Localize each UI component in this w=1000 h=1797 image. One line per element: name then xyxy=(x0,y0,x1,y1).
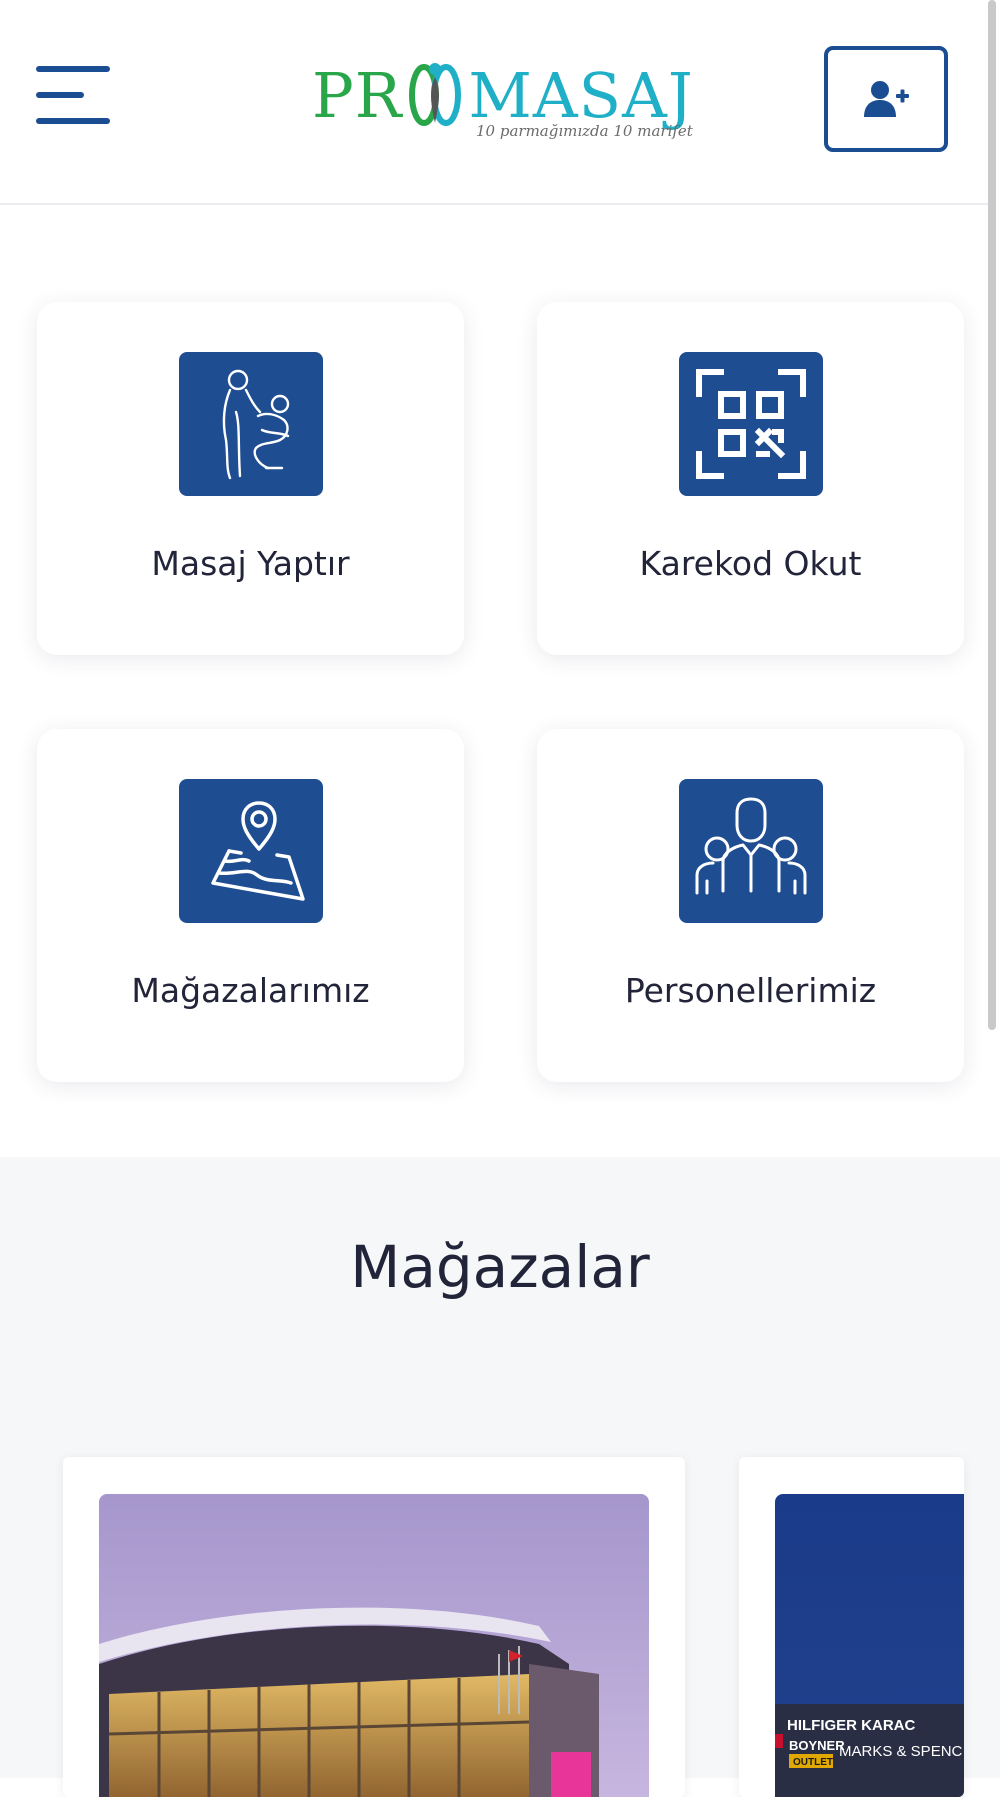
register-user-button[interactable] xyxy=(824,46,948,152)
stores-section: Mağazalar HILFIGER KARAC BOYNER OUTLET M… xyxy=(0,1157,1000,1797)
people-group-icon xyxy=(695,797,807,895)
tile-icon-box xyxy=(179,779,323,923)
signage-text-4: MARKS & SPENC xyxy=(839,1743,963,1760)
tile-personellerimiz[interactable]: Personellerimiz xyxy=(537,729,964,1082)
store-card[interactable] xyxy=(63,1457,685,1797)
massage-icon xyxy=(222,369,290,480)
signage-text-1: HILFIGER KARAC xyxy=(787,1717,915,1734)
tile-masaj-yaptir[interactable]: Masaj Yaptır xyxy=(37,302,464,655)
hamburger-menu-icon[interactable] xyxy=(36,66,112,124)
user-plus-icon xyxy=(864,81,909,117)
page-scrollbar[interactable] xyxy=(988,0,996,1030)
tile-label: Masaj Yaptır xyxy=(151,544,350,583)
outlet-storefront-photo: HILFIGER KARAC BOYNER OUTLET MARKS & SPE… xyxy=(775,1494,964,1797)
signage-text-3: OUTLET xyxy=(793,1757,833,1768)
section-title: Mağazalar xyxy=(350,1233,650,1301)
app-header: PR MASAJ 10 parmağımızda 10 marifet xyxy=(0,0,990,205)
tile-magazalarimiz[interactable]: Mağazalarımız xyxy=(37,729,464,1082)
promasaj-logo[interactable]: PR MASAJ 10 parmağımızda 10 marifet xyxy=(312,56,693,148)
signage-text-2: BOYNER xyxy=(789,1738,845,1753)
tile-karekod-okut[interactable]: Karekod Okut xyxy=(537,302,964,655)
tile-icon-box xyxy=(679,779,823,923)
qr-code-icon xyxy=(696,369,806,479)
tile-icon-box xyxy=(179,352,323,496)
tile-label: Karekod Okut xyxy=(639,544,862,583)
logo-tagline: 10 parmağımızda 10 marifet xyxy=(476,122,693,140)
tile-label: Personellerimiz xyxy=(624,971,877,1010)
store-card[interactable]: HILFIGER KARAC BOYNER OUTLET MARKS & SPE… xyxy=(739,1457,964,1797)
map-pin-icon xyxy=(211,801,305,901)
tile-label: Mağazalarımız xyxy=(131,971,370,1010)
tile-icon-box xyxy=(679,352,823,496)
logo-text-pr: PR xyxy=(312,59,403,132)
logo-figure-icon xyxy=(409,63,462,126)
mall-building-photo xyxy=(99,1494,649,1797)
